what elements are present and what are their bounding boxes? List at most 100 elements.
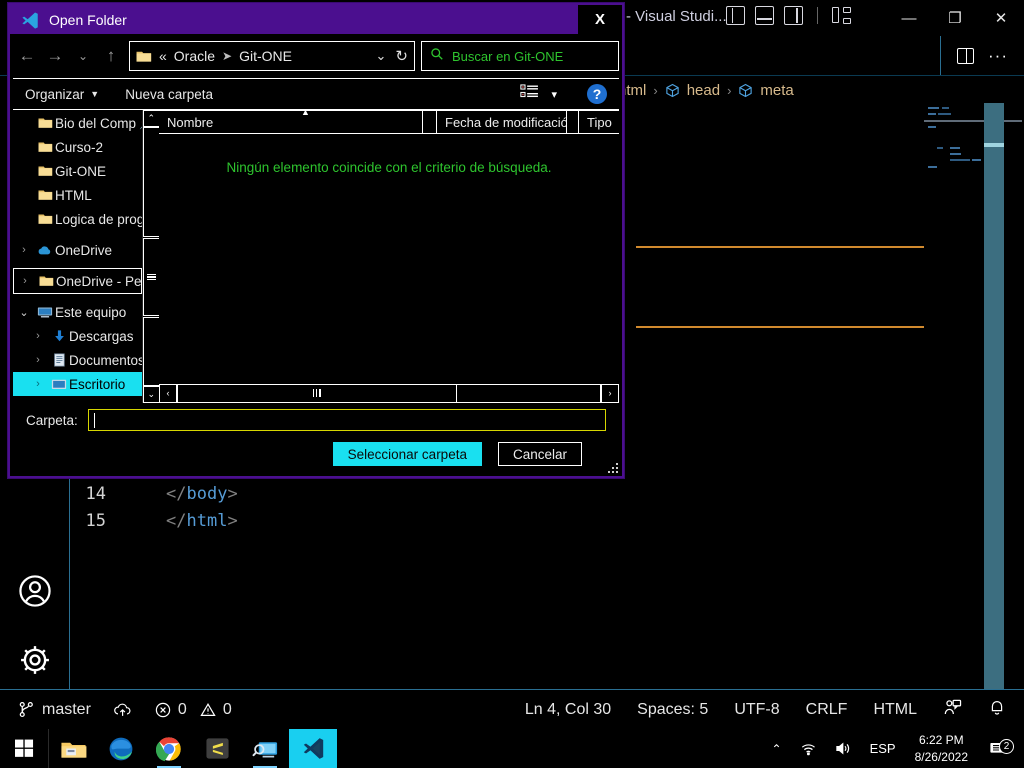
clock[interactable]: 6:22 PM 8/26/2022 bbox=[905, 732, 978, 764]
refresh-icon[interactable]: ↻ bbox=[393, 47, 408, 65]
status-indentation[interactable]: Spaces: 5 bbox=[637, 701, 708, 719]
scroll-up-button[interactable]: ⌃ bbox=[142, 110, 160, 127]
address-bar[interactable]: « Oracle ➤ Git-ONE ⌄ ↻ bbox=[129, 41, 415, 71]
scroll-left-button[interactable]: ‹ bbox=[159, 383, 177, 403]
tree-item-logica-de-programacion[interactable]: Logica de progra bbox=[13, 207, 142, 231]
navigation-tree[interactable]: Bio del Comp 📌 Curso-2 Git-ONE bbox=[13, 110, 142, 403]
more-actions-icon[interactable]: ··· bbox=[988, 47, 1008, 64]
wifi-icon[interactable] bbox=[791, 729, 826, 768]
toggle-secondary-sidebar-icon[interactable] bbox=[784, 6, 803, 25]
hscroll-thumb[interactable] bbox=[178, 384, 457, 402]
tray-overflow-icon[interactable]: ⌃ bbox=[763, 729, 791, 768]
status-eol[interactable]: CRLF bbox=[806, 701, 848, 719]
chevron-right-icon[interactable]: › bbox=[27, 354, 49, 366]
close-button[interactable]: ✕ bbox=[978, 0, 1024, 36]
windows-start-icon[interactable] bbox=[0, 729, 48, 768]
path-part-gitone[interactable]: Git-ONE bbox=[239, 48, 292, 64]
column-spacer-1[interactable] bbox=[423, 111, 437, 133]
scrollbar-thumb-upper[interactable] bbox=[142, 127, 160, 237]
chevron-down-icon[interactable]: ⌄ bbox=[13, 306, 35, 319]
speaker-icon[interactable] bbox=[826, 729, 861, 768]
tree-scrollbar[interactable]: ⌃ ⌄ bbox=[141, 110, 160, 403]
sublime-text-icon[interactable] bbox=[193, 729, 241, 768]
cancel-button[interactable]: Cancelar bbox=[497, 442, 582, 466]
status-problems[interactable]: 0 0 bbox=[155, 701, 232, 719]
language-indicator[interactable]: ESP bbox=[861, 729, 905, 768]
line-number-15: 15 bbox=[85, 511, 106, 531]
split-editor-icon[interactable] bbox=[957, 47, 975, 64]
notifications-button[interactable]: 2 bbox=[978, 738, 1018, 758]
folder-input[interactable] bbox=[87, 409, 606, 431]
resize-grip[interactable] bbox=[608, 463, 618, 473]
hscroll-track[interactable] bbox=[177, 383, 601, 403]
new-folder-button[interactable]: Nueva carpeta bbox=[125, 87, 213, 102]
minimap-slider[interactable] bbox=[984, 103, 1004, 689]
open-folder-dialog[interactable]: Open Folder X ← → ⌄ ↑ « Oracle ➤ Git-ONE… bbox=[8, 3, 624, 478]
list-view-icon[interactable] bbox=[520, 84, 539, 104]
breadcrumb-item-head[interactable]: head bbox=[687, 82, 720, 99]
status-language-mode[interactable]: HTML bbox=[873, 701, 917, 719]
column-tipo[interactable]: Tipo bbox=[579, 111, 619, 133]
up-button[interactable]: ↑ bbox=[97, 40, 125, 72]
maximize-button[interactable]: ❐ bbox=[932, 0, 978, 36]
tree-item-label: OneDrive bbox=[55, 242, 113, 258]
chevron-right-icon[interactable]: › bbox=[13, 244, 35, 256]
search-box[interactable]: Buscar en Git-ONE bbox=[421, 41, 619, 71]
breadcrumb-item-meta[interactable]: meta bbox=[760, 82, 793, 99]
file-list-pane[interactable]: Nombre Fecha de modificación Tipo ▲ Ning… bbox=[159, 107, 619, 403]
column-spacer-2[interactable] bbox=[567, 111, 579, 133]
tree-item-escritorio[interactable]: › Escritorio bbox=[13, 372, 142, 396]
column-nombre[interactable]: Nombre bbox=[159, 111, 423, 133]
gear-icon[interactable] bbox=[16, 641, 54, 679]
tree-item-documentos[interactable]: › Documentos bbox=[13, 348, 142, 372]
tree-item-bio-del-comp[interactable]: Bio del Comp 📌 bbox=[13, 111, 142, 135]
editor-minimap[interactable] bbox=[924, 103, 1022, 689]
bell-icon[interactable] bbox=[988, 698, 1006, 721]
back-button[interactable]: ← bbox=[13, 40, 41, 72]
vscode-icon bbox=[20, 11, 40, 29]
file-list-horizontal-scrollbar[interactable]: ‹ › bbox=[159, 383, 619, 403]
view-options-caret[interactable]: ▾ bbox=[551, 88, 557, 101]
chevron-right-icon[interactable]: › bbox=[14, 275, 36, 287]
vscode-icon[interactable] bbox=[289, 729, 337, 768]
forward-button[interactable]: → bbox=[41, 40, 69, 72]
dialog-titlebar[interactable]: Open Folder X bbox=[10, 5, 622, 34]
select-folder-button[interactable]: Seleccionar carpeta bbox=[332, 442, 482, 466]
chevron-right-icon[interactable]: › bbox=[27, 330, 49, 342]
status-cursor-position[interactable]: Ln 4, Col 30 bbox=[525, 701, 611, 719]
organize-button[interactable]: Organizar ▼ bbox=[25, 87, 99, 102]
windows-taskbar: ⌃ ESP 6:22 PM 8/26/2022 2 bbox=[0, 729, 1024, 768]
account-icon[interactable] bbox=[16, 572, 54, 610]
microsoft-edge-icon[interactable] bbox=[97, 729, 145, 768]
customize-layout-icon[interactable] bbox=[832, 6, 851, 25]
close-icon[interactable]: X bbox=[578, 5, 622, 34]
google-chrome-icon[interactable] bbox=[145, 729, 193, 768]
scroll-down-button[interactable]: ⌄ bbox=[142, 386, 160, 403]
minimize-button[interactable]: — bbox=[886, 0, 932, 36]
toggle-panel-icon[interactable] bbox=[755, 6, 774, 25]
chevron-down-icon[interactable]: ⌄ bbox=[369, 48, 394, 64]
column-fecha-modificacion[interactable]: Fecha de modificación bbox=[437, 111, 567, 133]
tree-item-descargas[interactable]: › Descargas bbox=[13, 324, 142, 348]
scrollbar-thumb-lower[interactable] bbox=[142, 317, 160, 386]
path-part-oracle[interactable]: Oracle bbox=[174, 48, 215, 64]
tree-item-html[interactable]: HTML bbox=[13, 183, 142, 207]
tree-item-onedrive-personal[interactable]: › OneDrive - Personal bbox=[13, 268, 142, 294]
tree-item-curso-2[interactable]: Curso-2 bbox=[13, 135, 142, 159]
chevron-right-icon[interactable]: › bbox=[27, 378, 49, 390]
tree-item-git-one[interactable]: Git-ONE bbox=[13, 159, 142, 183]
scroll-right-button[interactable]: › bbox=[601, 383, 619, 403]
status-encoding[interactable]: UTF-8 bbox=[734, 701, 779, 719]
tree-item-onedrive[interactable]: › OneDrive bbox=[13, 238, 142, 262]
file-explorer-icon[interactable] bbox=[49, 729, 97, 768]
toggle-primary-sidebar-icon[interactable] bbox=[726, 6, 745, 25]
status-sync[interactable] bbox=[113, 701, 133, 718]
recent-locations-button[interactable]: ⌄ bbox=[69, 40, 97, 72]
tree-item-este-equipo[interactable]: ⌄ Este equipo bbox=[13, 300, 142, 324]
remote-desktop-icon[interactable] bbox=[241, 729, 289, 768]
scrollbar-thumb[interactable] bbox=[142, 238, 160, 316]
feedback-icon[interactable] bbox=[943, 698, 962, 722]
status-branch[interactable]: master bbox=[18, 701, 91, 719]
help-button[interactable]: ? bbox=[587, 84, 607, 104]
layout-controls bbox=[726, 6, 851, 25]
